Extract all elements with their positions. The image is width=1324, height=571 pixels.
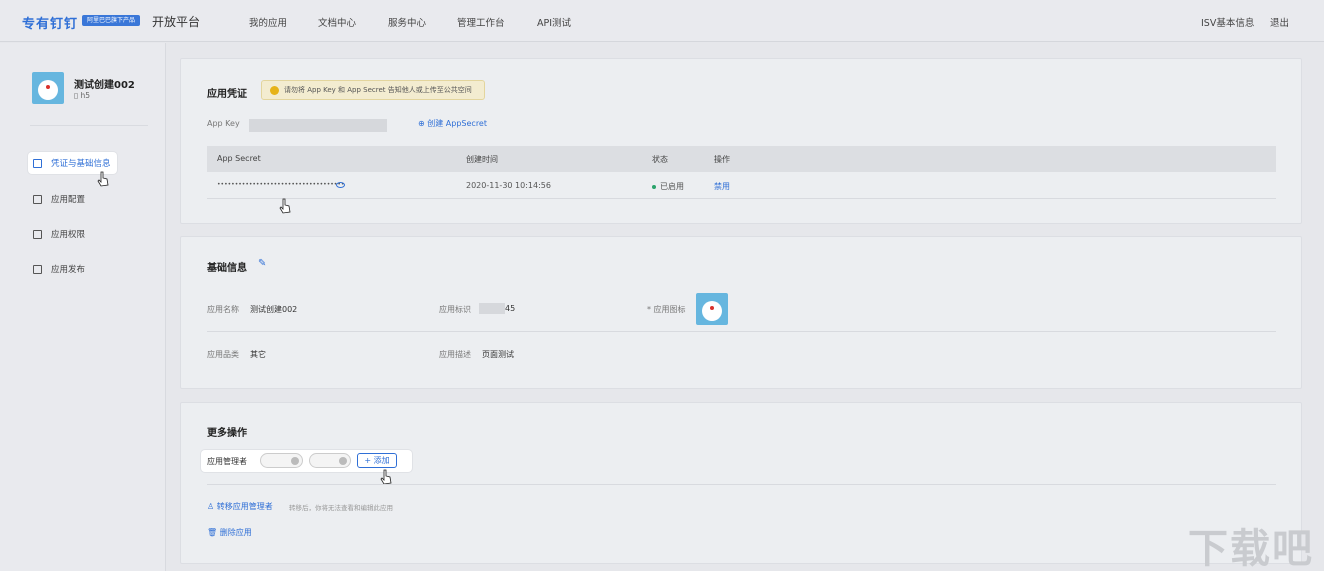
more-actions-title: 更多操作	[207, 428, 247, 439]
app-type: ▯ h5	[74, 91, 91, 100]
app-desc-label: 应用描述	[439, 350, 471, 359]
watermark-logo: 下载吧	[1188, 526, 1314, 571]
status-dot-icon	[652, 185, 656, 189]
edit-pencil-icon[interactable]: ✎	[258, 258, 266, 269]
create-secret-label: 创建 AppSecret	[427, 119, 487, 128]
app-key-label: App Key	[207, 119, 240, 128]
sidebar-item-label: 应用配置	[51, 195, 86, 205]
eye-icon[interactable]	[336, 182, 345, 188]
isv-info-link[interactable]: ISV基本信息	[1201, 15, 1254, 29]
app-category-label: 应用品类	[207, 350, 239, 359]
disable-secret-button[interactable]: 禁用	[714, 181, 730, 192]
app-icon-label: * 应用图标	[647, 305, 686, 314]
app-name-label: 应用名称	[207, 305, 239, 314]
transfer-manager-button[interactable]: ♙ 转移应用管理者	[207, 501, 273, 512]
secret-table-header: App Secret 创建时间 状态 操作	[207, 146, 1276, 172]
more-actions-card	[180, 402, 1302, 564]
create-secret-button[interactable]: ⊕ 创建 AppSecret	[418, 118, 487, 129]
sidebar-item-publish[interactable]: 应用发布	[33, 260, 85, 278]
th-app-secret: App Secret	[217, 154, 261, 163]
app-type-label: h5	[80, 91, 91, 100]
transfer-manager-label: 转移应用管理者	[216, 502, 273, 511]
nav-docs[interactable]: 文档中心	[318, 15, 356, 29]
platform-title[interactable]: 开放平台	[152, 13, 200, 30]
document-icon	[33, 158, 42, 168]
secret-status: 已启用	[660, 182, 684, 191]
icon-nose	[710, 306, 714, 310]
app-key-value-redacted	[249, 119, 387, 132]
sidebar-item-permissions[interactable]: 应用权限	[33, 225, 85, 243]
secret-masked: ••••••••••••••••••••••••••••••••••••	[217, 181, 345, 188]
manager-chip[interactable]	[309, 453, 351, 468]
hand-cursor-icon	[97, 171, 109, 187]
basic-info-card	[180, 236, 1302, 389]
logout-link[interactable]: 退出	[1270, 15, 1289, 29]
remove-chip-icon[interactable]	[291, 457, 299, 465]
credentials-title: 应用凭证	[207, 89, 247, 100]
more-actions-divider	[207, 484, 1276, 485]
remove-chip-icon[interactable]	[339, 457, 347, 465]
app-id-value: 45	[505, 304, 516, 313]
manager-label: 应用管理者	[207, 457, 247, 466]
sidebar-item-label: 应用发布	[51, 265, 86, 275]
app-icon-image[interactable]	[696, 293, 728, 325]
warning-banner: 请勿将 App Key 和 App Secret 告知他人或上传至公共空间	[261, 80, 485, 100]
th-status: 状态	[652, 155, 668, 164]
app-desc-value: 页面测试	[482, 350, 514, 359]
app-avatar	[32, 72, 64, 104]
avatar-nose	[46, 85, 50, 89]
config-icon	[33, 194, 42, 204]
sidebar-item-label: 应用权限	[51, 230, 86, 240]
app-name-value: 测试创建002	[250, 305, 298, 314]
basic-info-title: 基础信息	[207, 263, 247, 274]
lock-icon	[33, 229, 42, 239]
warning-icon	[270, 86, 279, 95]
sidebar-item-label: 凭证与基础信息	[51, 159, 111, 169]
th-action: 操作	[714, 155, 730, 164]
secret-created-time: 2020-11-30 10:14:56	[466, 181, 551, 190]
delete-app-label: 删除应用	[219, 528, 252, 537]
app-id-redacted	[479, 303, 505, 314]
sidebar-divider	[30, 125, 148, 126]
publish-icon	[33, 264, 42, 274]
avatar-face	[38, 80, 58, 100]
user-icon: ♙	[207, 502, 215, 511]
delete-app-button[interactable]: 🗑 删除应用	[207, 527, 252, 538]
warning-text: 请勿将 App Key 和 App Secret 告知他人或上传至公共空间	[284, 86, 472, 94]
icon-face	[702, 301, 722, 321]
app-category-value: 其它	[250, 350, 266, 359]
app-name: 测试创建002	[74, 80, 135, 91]
trash-icon: 🗑	[207, 528, 218, 537]
transfer-hint: 转移后，你将无法查看和编辑此应用	[289, 504, 393, 512]
top-bar: 专有钉钉 阿里巴巴旗下产品 开放平台 我的应用 文档中心 服务中心 管理工作台 …	[0, 0, 1324, 42]
table-row-divider	[207, 198, 1276, 199]
brand-tag: 阿里巴巴旗下产品	[82, 15, 140, 26]
app-id-label: 应用标识	[439, 305, 471, 314]
th-created: 创建时间	[466, 155, 498, 164]
nav-admin[interactable]: 管理工作台	[457, 15, 505, 29]
manager-chip[interactable]	[260, 453, 303, 468]
hand-cursor-icon	[380, 469, 392, 485]
nav-service[interactable]: 服务中心	[388, 15, 426, 29]
sidebar: 测试创建002 ▯ h5 凭证与基础信息 应用配置 应用权限 应用发布	[0, 43, 166, 571]
basic-info-divider	[207, 331, 1276, 332]
add-manager-button[interactable]: + 添加	[357, 453, 397, 468]
nav-api-test[interactable]: API测试	[537, 15, 571, 29]
hand-cursor-icon	[279, 198, 291, 214]
brand-logo[interactable]: 专有钉钉	[22, 13, 78, 32]
nav-my-apps[interactable]: 我的应用	[249, 15, 287, 29]
sidebar-item-config[interactable]: 应用配置	[33, 190, 85, 208]
